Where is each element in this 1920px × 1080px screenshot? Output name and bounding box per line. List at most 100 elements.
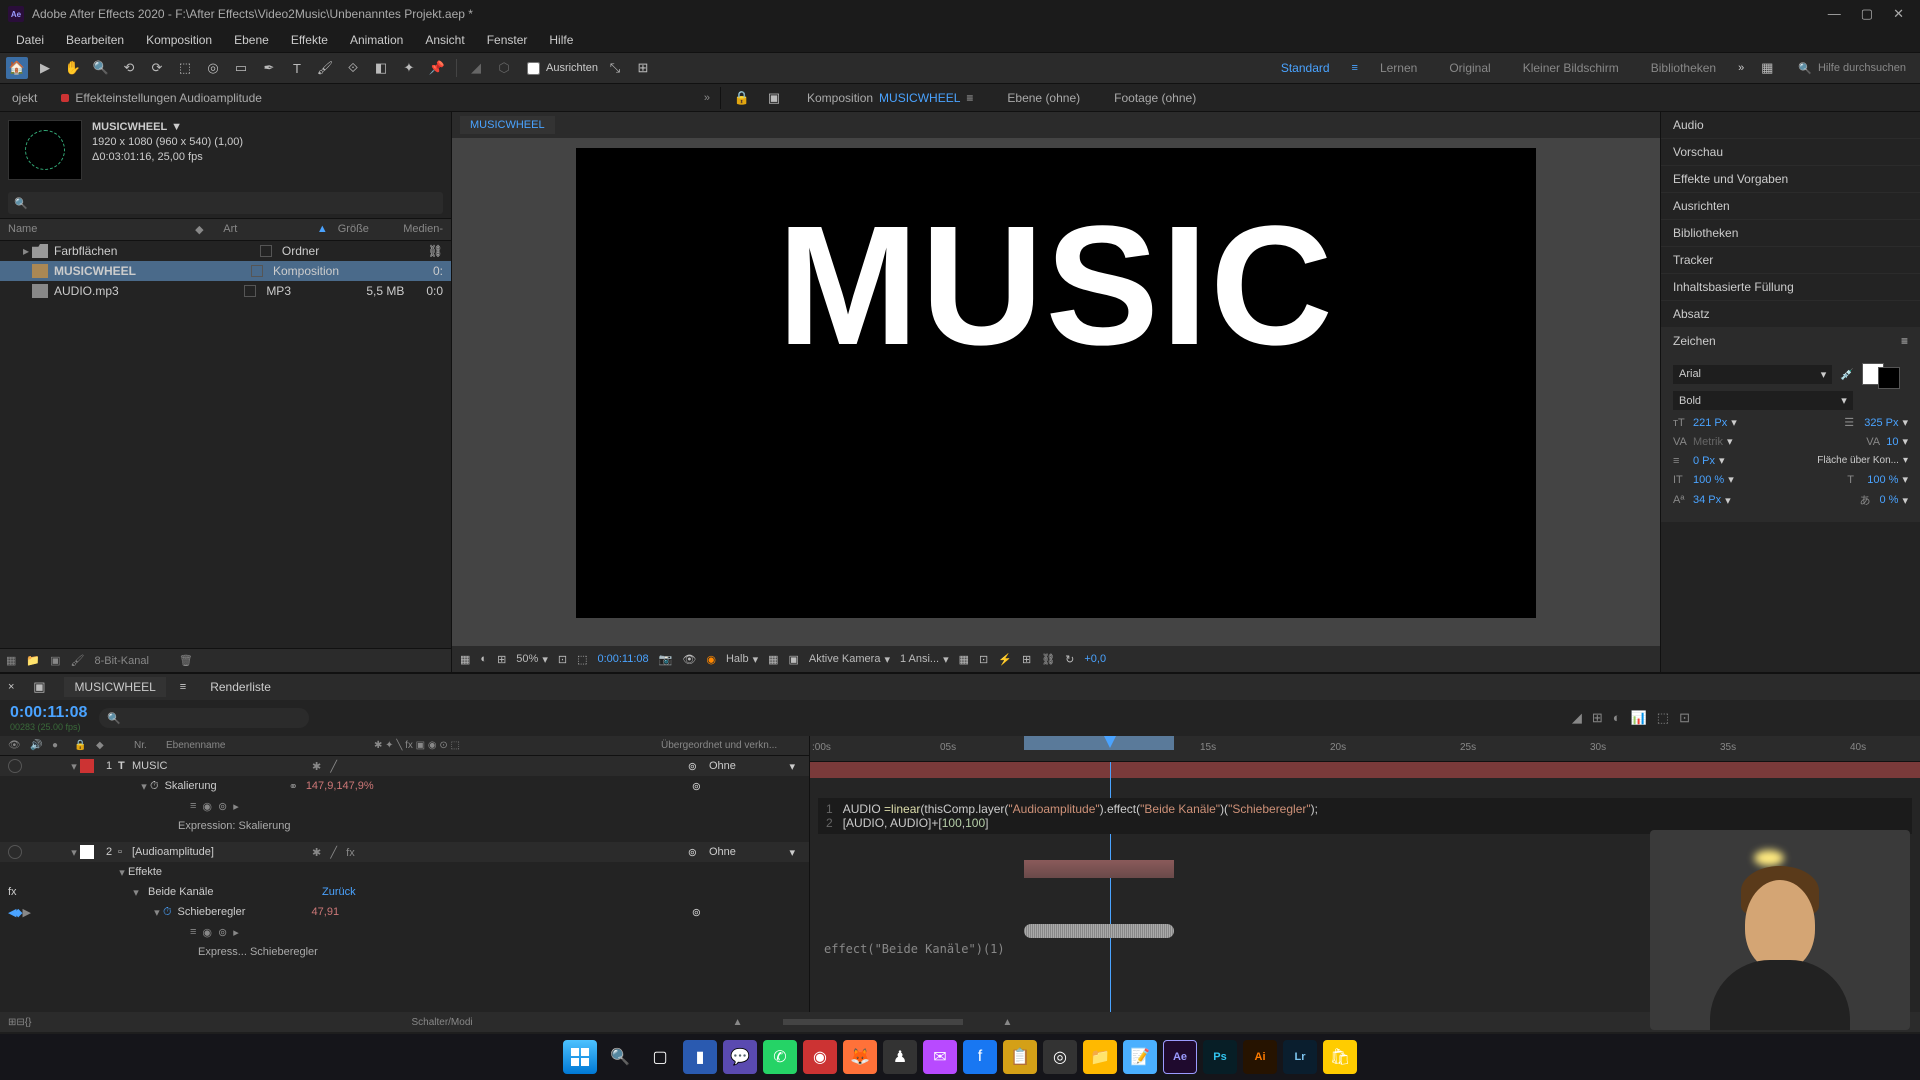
- snapshot-icon[interactable]: 📷: [659, 653, 673, 666]
- pickwhip-icon[interactable]: ⊚: [692, 780, 701, 793]
- taskbar-app[interactable]: ♟: [883, 1040, 917, 1074]
- interpret-icon[interactable]: ▦: [6, 654, 16, 667]
- taskbar-messenger[interactable]: ✉: [923, 1040, 957, 1074]
- panel-overflow-icon[interactable]: »: [704, 92, 720, 104]
- taskbar-illustrator[interactable]: Ai: [1243, 1040, 1277, 1074]
- viewer-timecode[interactable]: 0:00:11:08: [597, 653, 648, 665]
- zoom-slider[interactable]: [783, 1019, 963, 1025]
- tracking[interactable]: VA10▾: [1866, 435, 1908, 448]
- taskbar-firefox[interactable]: 🦊: [843, 1040, 877, 1074]
- guides-icon[interactable]: ⊞: [497, 653, 506, 666]
- bit-depth[interactable]: 8-Bit-Kanal: [94, 655, 148, 667]
- roi-icon[interactable]: ⬚: [577, 653, 587, 666]
- layer-bar-2[interactable]: [1024, 860, 1174, 878]
- tab-menu-icon[interactable]: ≡: [180, 681, 186, 693]
- snapping-icon2[interactable]: ⊞: [632, 57, 654, 79]
- camera-tool[interactable]: ⬚: [174, 57, 196, 79]
- panel-audio[interactable]: Audio: [1661, 112, 1920, 139]
- project-item-comp[interactable]: MUSICWHEEL Komposition 0:: [0, 261, 451, 281]
- chevron-down-icon[interactable]: ▼: [171, 120, 182, 135]
- exposure[interactable]: +0,0: [1084, 653, 1106, 665]
- tsume[interactable]: あ0 %▾: [1860, 492, 1909, 508]
- alpha-icon[interactable]: ▦: [460, 653, 470, 666]
- eyedropper-icon[interactable]: 💉: [1840, 368, 1854, 381]
- font-family-dropdown[interactable]: Arial▾: [1673, 365, 1832, 384]
- menu-animation[interactable]: Animation: [340, 31, 413, 49]
- resolution-dropdown[interactable]: Halb ▾: [726, 653, 758, 666]
- twirl-icon[interactable]: ▾: [138, 780, 150, 793]
- shy-icon[interactable]: ◢: [1572, 710, 1582, 726]
- flowchart-icon[interactable]: ⛓: [1041, 653, 1055, 666]
- fill-option-dropdown[interactable]: Fläche über Kon...▾: [1817, 455, 1908, 466]
- expr-pickwhip-icon[interactable]: ⊚: [218, 926, 227, 939]
- parent-dropdown[interactable]: Ohne▾: [701, 758, 801, 774]
- font-weight-dropdown[interactable]: Bold▾: [1673, 391, 1853, 410]
- stopwatch-icon[interactable]: ⏱: [150, 780, 159, 793]
- taskbar-app[interactable]: 💬: [723, 1040, 757, 1074]
- workspace-standard[interactable]: Standard: [1271, 57, 1340, 79]
- visibility-toggle[interactable]: [8, 759, 22, 773]
- menu-ansicht[interactable]: Ansicht: [415, 31, 474, 49]
- brackets-icon[interactable]: {}: [25, 1017, 32, 1028]
- camera-dropdown[interactable]: Aktive Kamera ▾: [809, 653, 890, 666]
- rotate-tool[interactable]: ⟳: [146, 57, 168, 79]
- kerning[interactable]: VAMetrik▾: [1673, 435, 1732, 448]
- toggle-switches-icon[interactable]: ⊞: [8, 1017, 16, 1028]
- effect-beide-kanaele[interactable]: fx▾ Beide Kanäle Zurück: [0, 882, 809, 902]
- trash-icon[interactable]: 🗑: [179, 654, 193, 667]
- zoom-tool[interactable]: 🔍: [90, 57, 112, 79]
- layer-bar-1[interactable]: [810, 762, 1920, 778]
- shape-tool[interactable]: ▭: [230, 57, 252, 79]
- workspace-bibliotheken[interactable]: Bibliotheken: [1641, 57, 1726, 79]
- taskbar-app[interactable]: ◉: [803, 1040, 837, 1074]
- workspace-original[interactable]: Original: [1439, 57, 1500, 79]
- twirl-icon[interactable]: ▾: [68, 846, 80, 859]
- home-tool[interactable]: 🏠: [6, 57, 28, 79]
- expr-graph-icon[interactable]: ◉: [202, 926, 212, 939]
- graph-editor-icon[interactable]: 📊: [1631, 710, 1647, 726]
- clone-tool[interactable]: ⟐: [342, 57, 364, 79]
- comp-breadcrumb[interactable]: MUSICWHEEL: [460, 116, 555, 134]
- stroke-swatch[interactable]: [1878, 367, 1900, 389]
- timeline-search[interactable]: 🔍: [99, 708, 309, 728]
- refresh-icon[interactable]: ↻: [1065, 653, 1074, 666]
- start-button[interactable]: [563, 1040, 597, 1074]
- taskbar-lightroom[interactable]: Lr: [1283, 1040, 1317, 1074]
- comp-thumbnail[interactable]: [8, 120, 82, 180]
- workspace-lernen[interactable]: Lernen: [1370, 57, 1427, 79]
- pickwhip-icon[interactable]: ⊚: [688, 760, 697, 773]
- parent-dropdown[interactable]: Ohne▾: [701, 844, 801, 860]
- footage-tab[interactable]: Footage (ohne): [1102, 87, 1208, 109]
- time-ruler[interactable]: :00s 05s 10s 15s 20s 25s 30s 35s 40s: [810, 736, 1920, 762]
- brainstorm-icon[interactable]: ⊡: [1679, 710, 1690, 726]
- new-folder-icon[interactable]: 📁: [26, 654, 40, 667]
- panel-absatz[interactable]: Absatz: [1661, 301, 1920, 328]
- effects-group[interactable]: ▾Effekte: [0, 862, 809, 882]
- eraser-tool[interactable]: ◧: [370, 57, 392, 79]
- timeline-icon[interactable]: ⊞: [1022, 653, 1031, 666]
- taskbar-notepad[interactable]: 📝: [1123, 1040, 1157, 1074]
- zoom-out-icon[interactable]: ▲: [733, 1017, 743, 1028]
- show-snapshot-icon[interactable]: 👁: [682, 653, 696, 666]
- selection-tool[interactable]: ▶: [34, 57, 56, 79]
- taskbar-app[interactable]: 📋: [1003, 1040, 1037, 1074]
- new-comp-icon[interactable]: ▣: [50, 654, 60, 667]
- fast-preview-icon[interactable]: ⚡: [998, 653, 1012, 666]
- help-search[interactable]: 🔍 Hilfe durchsuchen: [1790, 60, 1914, 77]
- taskbar-obs[interactable]: ◎: [1043, 1040, 1077, 1074]
- bit-brush-icon[interactable]: 🖌: [71, 654, 85, 667]
- menu-bearbeiten[interactable]: Bearbeiten: [56, 31, 134, 49]
- lock-icon[interactable]: 🔒: [731, 87, 753, 109]
- project-tab[interactable]: ojekt: [0, 87, 49, 109]
- snapping-icon[interactable]: ⤡: [604, 57, 626, 79]
- pixel-ar-icon[interactable]: ⊡: [979, 653, 988, 666]
- taskbar-taskview[interactable]: ▢: [643, 1040, 677, 1074]
- leading[interactable]: ☰325 Px▾: [1844, 416, 1908, 429]
- orbit-tool[interactable]: ⟲: [118, 57, 140, 79]
- close-button[interactable]: ✕: [1893, 6, 1904, 22]
- panel-inhaltsbasierte[interactable]: Inhaltsbasierte Füllung: [1661, 274, 1920, 301]
- expr-pickwhip-icon[interactable]: ⊚: [218, 800, 227, 813]
- zoom-in-icon[interactable]: ▲: [1003, 1017, 1013, 1028]
- project-item-audio[interactable]: AUDIO.mp3 MP3 5,5 MB0:0: [0, 281, 451, 301]
- stroke-width[interactable]: ≡0 Px▾: [1673, 454, 1725, 467]
